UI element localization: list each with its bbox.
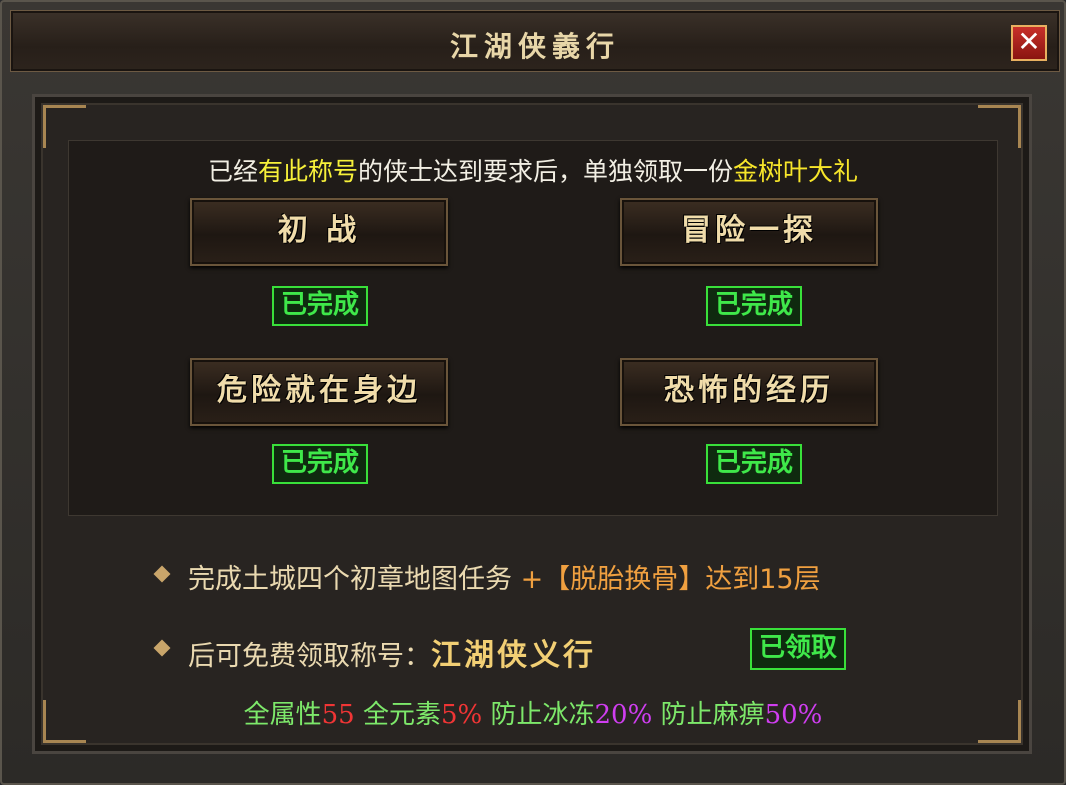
- status-badge-4: 已完成: [706, 444, 802, 484]
- stat-label: 防止麻痹: [660, 700, 765, 730]
- reward-title-name: 江湖侠义行: [431, 638, 596, 673]
- achievement-title-3: 危险就在身边: [190, 358, 448, 426]
- stat-value: 5%: [440, 700, 483, 730]
- intro-text: 已经有此称号的侠士达到要求后，单独领取一份金树叶大礼: [2, 152, 1064, 188]
- intro-highlight-title: 有此称号: [257, 157, 358, 186]
- title-bar: 江湖侠義行 ✕: [10, 10, 1060, 72]
- achievement-panel: [68, 140, 998, 516]
- intro-part2: 的侠士达到要求后，单独领取一份: [358, 157, 734, 186]
- window-title: 江湖侠義行: [449, 30, 620, 63]
- reward-text: 后可免费领取称号：江湖侠义行: [188, 630, 596, 674]
- stat-value: 55: [321, 700, 355, 730]
- achievement-title-4: 恐怖的经历: [620, 358, 878, 426]
- intro-part1: 已经: [207, 157, 258, 186]
- status-badge-3: 已完成: [272, 444, 368, 484]
- requirement-text: 完成土城四个初章地图任务 +【脱胎换骨】达到15层: [188, 557, 821, 596]
- stat-value: 50%: [764, 700, 823, 730]
- close-button[interactable]: ✕: [1011, 25, 1047, 61]
- dialog-window: 江湖侠義行 ✕ 已经有此称号的侠士达到要求后，单独领取一份金树叶大礼 初 战 已…: [0, 0, 1066, 785]
- stat-value: 20%: [594, 700, 653, 730]
- reward-prefix: 后可免费领取称号：: [188, 641, 431, 672]
- claim-button[interactable]: 已领取: [750, 628, 846, 670]
- stat-bonus-line: 全属性55 全元素5% 防止冰冻20% 防止麻痹50%: [2, 694, 1064, 731]
- stat-label: 防止冰冻: [490, 700, 595, 730]
- achievement-title-1: 初 战: [190, 198, 448, 266]
- achievement-title-2: 冒险一探: [620, 198, 878, 266]
- stat-label: 全属性: [243, 700, 322, 730]
- intro-highlight-reward: 金树叶大礼: [733, 157, 859, 186]
- status-badge-2: 已完成: [706, 286, 802, 326]
- requirement-main: 完成土城四个初章地图任务: [188, 564, 512, 595]
- stat-label: 全元素: [362, 700, 441, 730]
- status-badge-1: 已完成: [272, 286, 368, 326]
- requirement-highlight: +【脱胎换骨】达到15层: [520, 564, 821, 595]
